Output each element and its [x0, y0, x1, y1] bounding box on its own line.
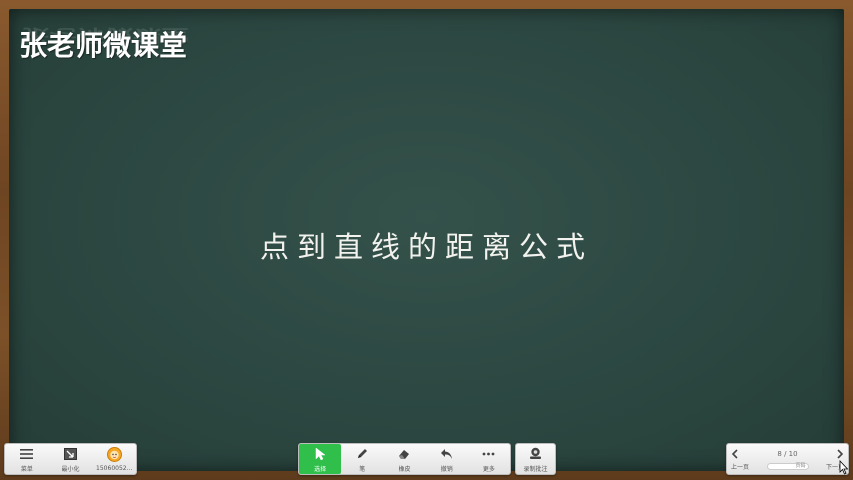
page-navigator: 8 / 10 上一页 页码 下一页	[726, 443, 849, 475]
prev-page-button[interactable]: 上一页	[731, 462, 749, 471]
brand-title: 张老师微课堂	[19, 29, 188, 62]
left-toolbar: 菜单 最小化 15060052...	[4, 443, 137, 475]
eraser-tool-button[interactable]: 橡皮	[383, 444, 425, 474]
next-page-arrow[interactable]	[836, 449, 844, 459]
pen-tool-button[interactable]: 笔	[341, 444, 383, 474]
user-button[interactable]: 15060052...	[92, 444, 136, 474]
record-toolbar: 录制批注	[515, 443, 556, 475]
page-count: 8 / 10	[777, 449, 798, 458]
undo-icon	[440, 446, 453, 462]
undo-button[interactable]: 撤销	[426, 444, 468, 474]
record-annotation-button[interactable]: 录制批注	[516, 444, 555, 474]
slide-title: 点到直线的距离公式	[259, 230, 593, 264]
chevron-left-icon	[731, 449, 738, 459]
more-label: 更多	[482, 465, 495, 473]
minimize-icon	[64, 446, 77, 462]
drawing-toolbar: 选择 笔 橡皮 撤销 更多	[298, 443, 511, 475]
pen-label: 笔	[359, 465, 366, 473]
more-button[interactable]: 更多	[468, 444, 510, 474]
undo-label: 撤销	[440, 465, 453, 473]
page-number-input[interactable]: 页码	[766, 462, 809, 470]
record-camera-icon	[528, 446, 543, 462]
pager-body: 8 / 10 上一页 页码 下一页	[727, 444, 848, 474]
minimize-label: 最小化	[61, 465, 80, 473]
record-label: 录制批注	[523, 465, 548, 473]
hamburger-icon	[20, 446, 34, 462]
minimize-button[interactable]: 最小化	[49, 444, 93, 474]
more-dots-icon	[482, 446, 495, 462]
user-id-label: 15060052...	[96, 464, 133, 472]
select-label: 选择	[314, 465, 327, 473]
chevron-right-icon	[837, 449, 844, 459]
eraser-icon	[398, 446, 411, 462]
select-tool-button[interactable]: 选择	[299, 444, 342, 474]
cursor-arrow-icon	[315, 446, 326, 462]
prev-page-arrow[interactable]	[731, 449, 739, 459]
avatar	[106, 447, 122, 463]
eraser-label: 橡皮	[398, 465, 411, 473]
pen-icon	[356, 446, 369, 462]
menu-button[interactable]: 菜单	[5, 444, 49, 474]
menu-label: 菜单	[20, 465, 33, 473]
mouse-pointer-icon	[839, 459, 849, 479]
